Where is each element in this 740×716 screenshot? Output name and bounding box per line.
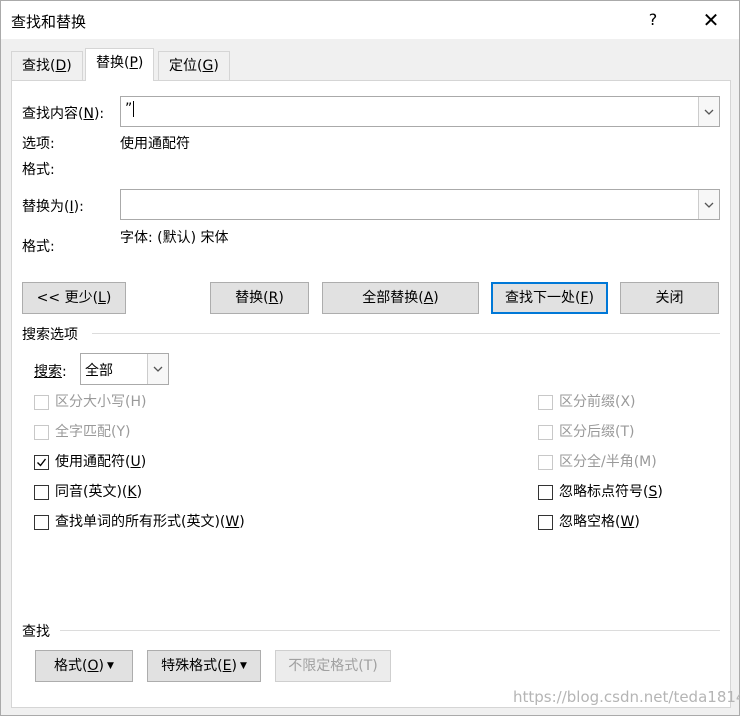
checkbox[interactable] xyxy=(538,515,553,530)
checkbox-label: 查找单词的所有形式(英文)(W) xyxy=(55,514,245,530)
checkbox[interactable] xyxy=(538,455,553,470)
find-what-value: ” xyxy=(125,101,135,117)
checkbox[interactable] xyxy=(34,395,49,410)
replace-button[interactable]: 替换(R) xyxy=(210,282,309,314)
no-formatting-button[interactable]: 不限定格式(T) xyxy=(275,650,391,682)
checkbox[interactable] xyxy=(538,485,553,500)
options-value: 使用通配符 xyxy=(120,136,190,152)
dialog-title: 查找和替换 xyxy=(11,13,87,31)
caret-down-icon: ▼ xyxy=(107,661,114,671)
watermark-text: https://blog.csdn.net/teda1814 xyxy=(513,688,740,706)
replace-with-input[interactable] xyxy=(120,189,720,220)
find-what-input[interactable]: ” xyxy=(120,96,720,127)
checkbox-label: 全字匹配(Y) xyxy=(55,424,131,440)
checkbox-label: 区分前缀(X) xyxy=(559,394,636,410)
replace-panel: 查找内容(N): ” 选项: 使用通配符 格式: 替换为(I): 格式: 字体:… xyxy=(11,80,731,708)
checkbox-label: 忽略空格(W) xyxy=(559,514,640,530)
checkbox-label: 使用通配符(U) xyxy=(55,454,147,470)
format-button[interactable]: 格式(O) ▼ xyxy=(35,650,133,682)
checkbox-label: 区分全/半角(M) xyxy=(559,454,657,470)
less-button[interactable]: << 更少(L) xyxy=(22,282,126,314)
find-what-dropdown[interactable] xyxy=(698,97,719,126)
replace-all-button[interactable]: 全部替换(A) xyxy=(322,282,479,314)
checkbox[interactable] xyxy=(34,485,49,500)
checkbox-label: 忽略标点符号(S) xyxy=(559,484,663,500)
find-format-label: 格式: xyxy=(22,162,55,178)
checkbox-label: 区分大小写(H) xyxy=(55,394,147,410)
checkbox-label: 区分后缀(T) xyxy=(559,424,635,440)
divider xyxy=(92,333,720,334)
title-bar: 查找和替换 ? ✕ xyxy=(1,1,739,39)
find-next-button[interactable]: 查找下一处(F) xyxy=(491,282,608,314)
tab-goto[interactable]: 定位(G) xyxy=(158,51,230,80)
checkbox-label: 同音(英文)(K) xyxy=(55,484,143,500)
find-replace-dialog: 查找和替换 ? ✕ 查找(D) 替换(P) 定位(G) 查找内容(N): ” 选… xyxy=(0,0,740,716)
checkbox[interactable] xyxy=(538,395,553,410)
checkbox[interactable] xyxy=(34,515,49,530)
tab-find[interactable]: 查找(D) xyxy=(11,51,83,80)
replace-format-label: 格式: xyxy=(22,239,55,255)
search-direction-dropdown[interactable] xyxy=(147,354,168,384)
chevron-down-icon xyxy=(704,202,714,208)
close-button[interactable]: 关闭 xyxy=(620,282,719,314)
close-window-button[interactable]: ✕ xyxy=(697,7,725,33)
checkbox[interactable] xyxy=(34,425,49,440)
chevron-down-icon xyxy=(704,109,714,115)
search-direction-label: 搜索: xyxy=(34,364,67,380)
special-format-button[interactable]: 特殊格式(E) ▼ xyxy=(147,650,261,682)
search-direction-value: 全部 xyxy=(85,363,113,379)
replace-with-dropdown[interactable] xyxy=(698,190,719,219)
replace-format-value: 字体: (默认) 宋体 xyxy=(120,230,229,246)
divider xyxy=(60,630,720,631)
help-button[interactable]: ? xyxy=(641,8,665,32)
options-label: 选项: xyxy=(22,136,55,152)
chevron-down-icon xyxy=(153,366,163,372)
find-what-label: 查找内容(N): xyxy=(22,106,105,122)
find-section-heading: 查找 xyxy=(22,624,50,640)
search-options-heading: 搜索选项 xyxy=(22,327,78,343)
replace-with-label: 替换为(I): xyxy=(22,199,84,215)
checkbox[interactable] xyxy=(538,425,553,440)
tab-replace[interactable]: 替换(P) xyxy=(85,48,155,81)
search-direction-select[interactable]: 全部 xyxy=(80,353,169,385)
caret-down-icon: ▼ xyxy=(239,661,247,671)
checkbox-checked[interactable] xyxy=(34,455,49,470)
checkmark-icon xyxy=(37,458,47,467)
